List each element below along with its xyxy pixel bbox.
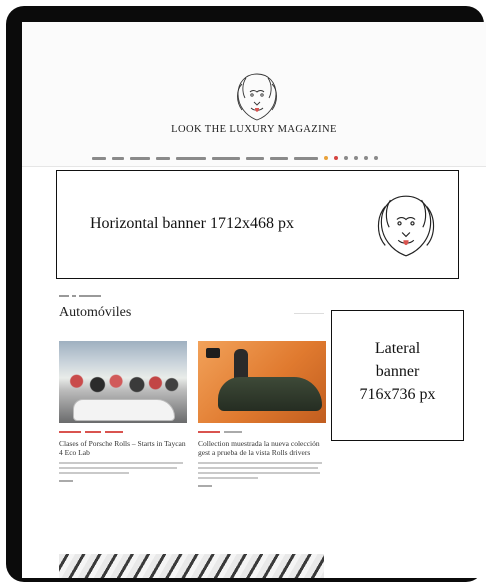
- nav-item[interactable]: [270, 156, 288, 160]
- article-image[interactable]: [59, 554, 324, 578]
- breadcrumb-item[interactable]: [79, 295, 101, 297]
- excerpt-line: [198, 467, 318, 469]
- article-excerpt: [59, 462, 187, 474]
- article-title[interactable]: Clases of Porsche Rolls – Starts in Tayc…: [59, 439, 187, 457]
- lion-head-icon: [377, 195, 435, 257]
- car-image: [218, 377, 322, 411]
- read-more-link[interactable]: [59, 480, 73, 482]
- excerpt-line: [198, 472, 320, 474]
- lateral-banner[interactable]: Lateral banner 716x736 px: [331, 310, 464, 441]
- category-tags: [59, 431, 187, 433]
- date-tag: [224, 431, 242, 433]
- category-tag[interactable]: [198, 431, 220, 433]
- instagram-icon[interactable]: [364, 156, 368, 160]
- lateral-banner-label: banner: [375, 363, 420, 380]
- article-image[interactable]: [59, 341, 187, 423]
- article-card[interactable]: Clases of Porsche Rolls – Starts in Tayc…: [59, 341, 187, 482]
- flag-icon[interactable]: [334, 156, 338, 160]
- site-header: LOOK THE LUXURY MAGAZINE: [22, 22, 486, 166]
- horizontal-banner[interactable]: Horizontal banner 1712x468 px: [56, 170, 459, 279]
- breadcrumb: [59, 295, 101, 297]
- category-tag[interactable]: [85, 431, 101, 433]
- nav-item[interactable]: [294, 156, 318, 160]
- nav-item[interactable]: [212, 156, 240, 160]
- twitter-icon[interactable]: [354, 156, 358, 160]
- excerpt-line: [59, 472, 129, 474]
- read-more-link[interactable]: [198, 485, 212, 487]
- lion-head-icon[interactable]: [232, 70, 282, 124]
- search-icon[interactable]: [374, 156, 378, 160]
- category-tag[interactable]: [105, 431, 123, 433]
- nav-item[interactable]: [176, 156, 206, 160]
- article-image[interactable]: [198, 341, 326, 423]
- nav-item[interactable]: [130, 156, 150, 160]
- lateral-banner-label: 716x736 px: [359, 386, 436, 403]
- main-navigation: [92, 154, 484, 162]
- category-tags: [198, 431, 326, 433]
- header-divider: [22, 166, 486, 167]
- browser-viewport: LOOK THE LUXURY MAGAZINE Horizontal bann…: [22, 22, 486, 578]
- horizontal-banner-label: Horizontal banner 1712x468 px: [90, 215, 294, 232]
- excerpt-line: [198, 477, 258, 479]
- excerpt-line: [59, 467, 177, 469]
- facebook-icon[interactable]: [344, 156, 348, 160]
- section-divider: [294, 313, 324, 314]
- excerpt-line: [59, 462, 183, 464]
- article-excerpt: [198, 462, 326, 479]
- excerpt-line: [198, 462, 322, 464]
- play-icon: [206, 348, 220, 358]
- sun-icon[interactable]: [324, 156, 328, 160]
- breadcrumb-item: [72, 295, 76, 297]
- site-masthead[interactable]: LOOK THE LUXURY MAGAZINE: [22, 124, 486, 135]
- lateral-banner-label: Lateral: [374, 340, 421, 357]
- article-card[interactable]: Collection muestrada la nueva colección …: [198, 341, 326, 487]
- nav-item[interactable]: [92, 156, 106, 160]
- section-title: Automóviles: [59, 305, 132, 320]
- category-tag[interactable]: [59, 431, 81, 433]
- article-title[interactable]: Collection muestrada la nueva colección …: [198, 439, 326, 457]
- car-image: [73, 399, 175, 421]
- nav-item[interactable]: [156, 156, 170, 160]
- nav-item[interactable]: [246, 156, 264, 160]
- breadcrumb-item[interactable]: [59, 295, 69, 297]
- nav-item[interactable]: [112, 156, 124, 160]
